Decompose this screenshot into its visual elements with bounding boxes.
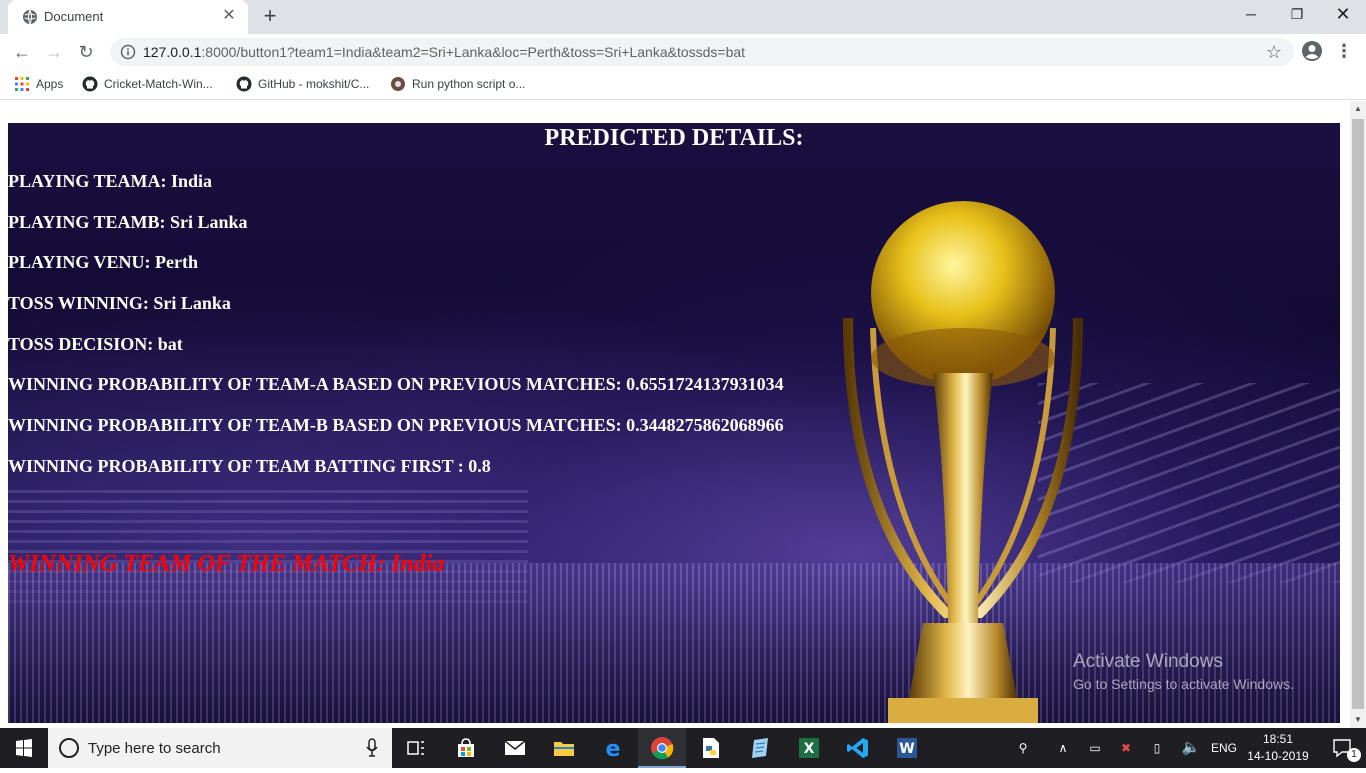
- search-placeholder: Type here to search: [88, 740, 221, 757]
- winning-team-result: WINNING TEAM OF THE MATCH: India: [8, 551, 445, 577]
- tab-strip: Document ✕ + ─ ❐ ✕: [0, 0, 1366, 34]
- cortana-icon: [59, 738, 79, 758]
- clock-date: 14-10-2019: [1247, 749, 1309, 763]
- profile-icon[interactable]: [1301, 40, 1323, 62]
- url-text: 127.0.0.1:8000/button1?team1=India&team2…: [143, 44, 745, 60]
- taskbar-clock[interactable]: 18:51 14-10-2019: [1246, 731, 1310, 765]
- forward-arrow-icon[interactable]: →: [42, 40, 66, 64]
- svg-text:e: e: [606, 737, 621, 760]
- vertical-scrollbar[interactable]: ▲ ▼: [1350, 101, 1366, 728]
- page-title: PREDICTED DETAILS:: [544, 125, 804, 151]
- activate-windows-watermark: Activate Windows Go to Settings to activ…: [1073, 651, 1294, 692]
- detail-team-b: PLAYING TEAMB: Sri Lanka: [8, 212, 248, 232]
- detail-probability-batting-first: WINNING PROBABILITY OF TEAM BATTING FIRS…: [8, 456, 491, 476]
- people-icon[interactable]: ⚲: [1010, 728, 1036, 768]
- notification-icon: [1333, 739, 1351, 758]
- tab-document[interactable]: Document ✕: [8, 0, 248, 34]
- chrome-icon[interactable]: [638, 728, 686, 768]
- svg-text:X: X: [804, 741, 815, 757]
- bookmark-github-mokshit[interactable]: GitHub - mokshit/C...: [236, 76, 369, 94]
- close-window-button[interactable]: ✕: [1320, 0, 1366, 30]
- info-icon[interactable]: [120, 44, 136, 60]
- bookmark-label: Cricket-Match-Win...: [104, 77, 213, 91]
- file-explorer-icon[interactable]: [540, 728, 588, 768]
- word-icon[interactable]: W: [883, 728, 931, 768]
- watermark-title: Activate Windows: [1073, 651, 1223, 672]
- notification-count-badge: 1: [1347, 748, 1361, 762]
- windows-start-icon[interactable]: [0, 728, 48, 768]
- minimize-button[interactable]: ─: [1228, 0, 1274, 30]
- edge-browser-icon[interactable]: e: [589, 728, 637, 768]
- detail-toss-decision: TOSS DECISION: bat: [8, 334, 183, 354]
- windows-taskbar: Type here to search e X W ⚲ ∧ ▭ ✖ ▯ 🔈 EN…: [0, 728, 1366, 768]
- scroll-up-arrow-icon[interactable]: ▲: [1350, 101, 1366, 117]
- apps-grid-icon: [15, 77, 29, 91]
- tab-close-icon[interactable]: ✕: [220, 7, 238, 25]
- restore-button[interactable]: ❐: [1274, 0, 1320, 30]
- globe-icon: [23, 9, 37, 25]
- detail-probability-team-a: WINNING PROBABILITY OF TEAM-A BASED ON P…: [8, 374, 784, 394]
- detail-probability-team-b: WINNING PROBABILITY OF TEAM-B BASED ON P…: [8, 415, 784, 435]
- mail-icon[interactable]: [491, 728, 539, 768]
- trophy-image: [843, 201, 1083, 723]
- crowd-decoration: [8, 563, 1340, 723]
- excel-icon[interactable]: X: [785, 728, 833, 768]
- microsoft-store-icon[interactable]: [442, 728, 490, 768]
- action-center-button[interactable]: 1: [1320, 728, 1366, 768]
- scroll-down-arrow-icon[interactable]: ▼: [1350, 712, 1366, 728]
- language-indicator[interactable]: ENG: [1208, 728, 1240, 768]
- scrollbar-thumb[interactable]: [1352, 119, 1364, 709]
- show-hidden-icons-chevron-icon[interactable]: ∧: [1052, 728, 1074, 768]
- github-icon: [236, 76, 252, 92]
- bookmark-label: GitHub - mokshit/C...: [258, 77, 370, 91]
- bookmark-run-python[interactable]: Run python script o...: [390, 76, 525, 94]
- new-tab-button[interactable]: +: [258, 5, 282, 29]
- bookmark-label: Apps: [36, 77, 64, 91]
- volume-icon[interactable]: 🔈: [1178, 728, 1204, 768]
- taskbar-search-box[interactable]: Type here to search: [48, 728, 392, 768]
- task-view-icon[interactable]: [392, 728, 440, 768]
- clock-time: 18:51: [1262, 732, 1294, 746]
- github-icon: [82, 76, 98, 92]
- bookmark-star-icon[interactable]: ☆: [1266, 41, 1282, 63]
- battery-icon[interactable]: ▭: [1084, 728, 1106, 768]
- url-path: :8000/button1?team1=India&team2=Sri+Lank…: [201, 44, 746, 60]
- detail-team-a: PLAYING TEAMA: India: [8, 171, 213, 191]
- network-disconnected-icon[interactable]: ✖: [1114, 728, 1138, 768]
- back-arrow-icon[interactable]: ←: [10, 40, 34, 64]
- page-viewport: PREDICTED DETAILS: PLAYING TEAMA: India …: [0, 101, 1350, 728]
- usb-device-icon[interactable]: ▯: [1146, 728, 1168, 768]
- svg-text:W: W: [899, 741, 914, 757]
- address-bar[interactable]: 127.0.0.1:8000/button1?team1=India&team2…: [110, 38, 1294, 66]
- browser-toolbar: ← → ↻ 127.0.0.1:8000/button1?team1=India…: [0, 34, 1366, 70]
- detail-venue: PLAYING VENU: Perth: [8, 252, 199, 272]
- python-file-icon[interactable]: [687, 728, 735, 768]
- url-host: 127.0.0.1: [143, 44, 202, 60]
- bookmark-cricket-match[interactable]: Cricket-Match-Win...: [82, 76, 213, 94]
- reload-icon[interactable]: ↻: [74, 40, 98, 64]
- site-favicon-icon: [391, 77, 405, 91]
- watermark-subtitle: Go to Settings to activate Windows.: [1073, 676, 1294, 692]
- vscode-icon[interactable]: [834, 728, 882, 768]
- kebab-menu-icon[interactable]: ⋮: [1334, 40, 1354, 62]
- bookmarks-bar: Apps Cricket-Match-Win... GitHub - moksh…: [0, 70, 1366, 100]
- bookmark-apps[interactable]: Apps: [14, 76, 63, 94]
- detail-toss-winner: TOSS WINNING: Sri Lanka: [8, 293, 231, 313]
- notepad-icon[interactable]: [736, 728, 784, 768]
- bookmark-label: Run python script o...: [412, 77, 526, 91]
- tab-title: Document: [44, 9, 104, 24]
- microphone-icon[interactable]: [366, 738, 378, 758]
